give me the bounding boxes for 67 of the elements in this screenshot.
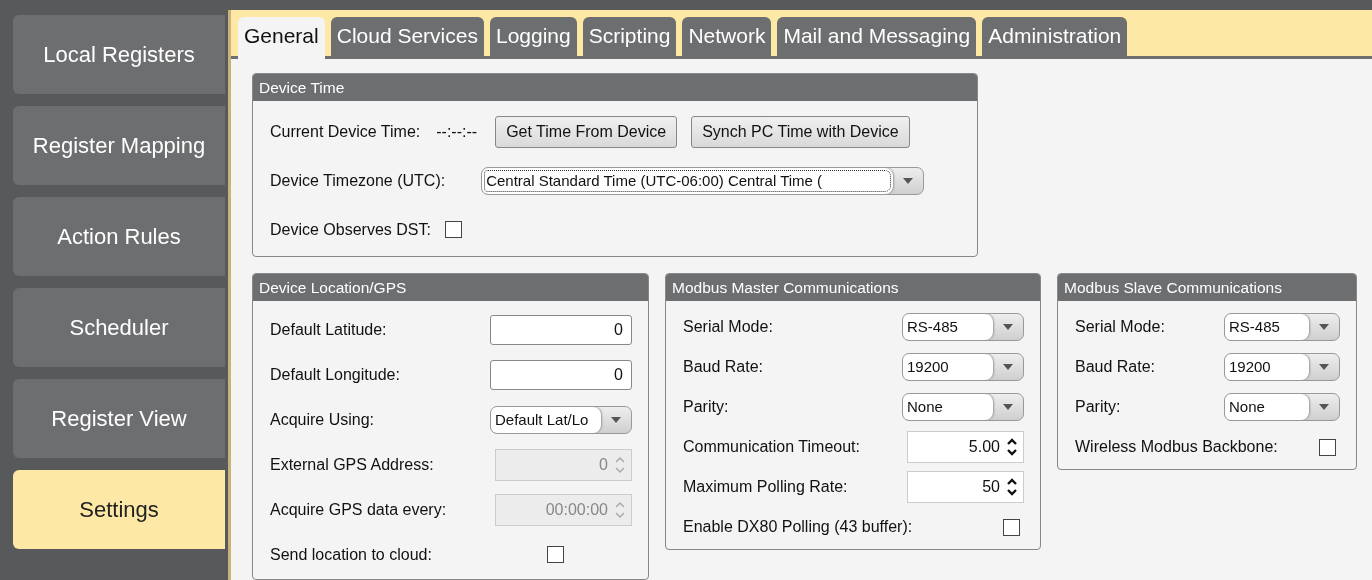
sidebar-item[interactable]: Register Mapping	[13, 106, 225, 185]
caret-icon	[1003, 404, 1013, 410]
field-label: Wireless Modbus Backbone:	[1075, 438, 1278, 456]
caret-icon	[1319, 324, 1329, 330]
tab[interactable]: Cloud Services	[330, 17, 484, 56]
panel-title: Device Time	[253, 74, 977, 101]
checkbox[interactable]	[1003, 518, 1020, 536]
caret-icon	[1003, 364, 1013, 370]
caret-icon	[1319, 404, 1329, 410]
action-button[interactable]: Synch PC Time with Device	[691, 115, 910, 148]
field-label: External GPS Address:	[270, 455, 435, 474]
field-label: Baud Rate:	[1075, 358, 1157, 376]
panel-title: Modbus Slave Communications	[1058, 274, 1356, 301]
checkbox[interactable]	[444, 221, 462, 238]
dropdown[interactable]: 19200	[1224, 353, 1340, 381]
field-label: Device Timezone (UTC):	[270, 171, 446, 190]
sidebar-item[interactable]: Action Rules	[13, 197, 225, 276]
input-field[interactable]: 0	[490, 359, 632, 390]
field-label: Baud Rate:	[683, 358, 765, 376]
panel-title: Modbus Master Communications	[666, 274, 1040, 301]
tab[interactable]: Scripting	[582, 17, 677, 56]
field-label: Parity:	[683, 398, 730, 416]
dropdown[interactable]: RS-485	[902, 313, 1024, 341]
field-label: Enable DX80 Polling (43 buffer):	[683, 518, 913, 536]
sidebar-item[interactable]: Local Registers	[13, 15, 225, 94]
caret-icon	[903, 177, 914, 184]
field-label: Acquire GPS data every:	[270, 500, 448, 519]
spinner-arrows-icon	[1006, 477, 1018, 497]
field-label: Send location to cloud:	[270, 545, 432, 564]
field-label: Acquire Using:	[270, 410, 376, 429]
spinner-field[interactable]: 5.00	[907, 431, 1024, 463]
dropdown[interactable]: Central Standard Time (UTC-06:00) Central Time (	[481, 166, 925, 195]
caret-icon	[611, 416, 621, 423]
sidebar-item[interactable]: Scheduler	[13, 288, 225, 367]
time-value: --:--:--	[436, 122, 478, 141]
input-field[interactable]: 0	[490, 314, 632, 345]
field-label: Serial Mode:	[1075, 318, 1166, 336]
tab[interactable]: Network	[682, 17, 772, 56]
spinner-arrows-icon	[614, 499, 626, 520]
field-label: Maximum Polling Rate:	[683, 478, 849, 496]
panel-title: Device Location/GPS	[253, 274, 648, 301]
field-label: Communication Timeout:	[683, 438, 861, 456]
spinner-arrows-icon	[614, 454, 626, 475]
spinner-field[interactable]: 50	[907, 471, 1024, 503]
field-label: Device Observes DST:	[270, 220, 431, 239]
checkbox[interactable]	[1319, 438, 1336, 456]
tab[interactable]: Logging	[489, 17, 577, 56]
tab[interactable]: Mail and Messaging	[777, 17, 977, 56]
action-button[interactable]: Get Time From Device	[495, 115, 678, 148]
field-label: Current Device Time:	[270, 122, 421, 141]
caret-icon	[1003, 324, 1013, 330]
spinner-arrows-icon	[1006, 437, 1018, 457]
dropdown[interactable]: 19200	[902, 353, 1024, 381]
field-label: Default Longitude:	[270, 365, 401, 384]
tab[interactable]: General	[238, 17, 325, 59]
caret-icon	[1319, 364, 1329, 370]
dropdown[interactable]: RS-485	[1224, 313, 1340, 341]
field-label: Parity:	[1075, 398, 1122, 416]
field-label: Default Latitude:	[270, 320, 388, 339]
checkbox[interactable]	[547, 546, 564, 563]
dropdown[interactable]: None	[902, 393, 1024, 421]
field-label: Serial Mode:	[683, 318, 774, 336]
tab[interactable]: Administration	[982, 17, 1128, 56]
sidebar-item[interactable]: Settings	[13, 470, 225, 549]
dropdown[interactable]: None	[1224, 393, 1340, 421]
dropdown[interactable]: Default Lat/Lo	[490, 405, 632, 434]
sidebar-item[interactable]: Register View	[13, 379, 225, 458]
